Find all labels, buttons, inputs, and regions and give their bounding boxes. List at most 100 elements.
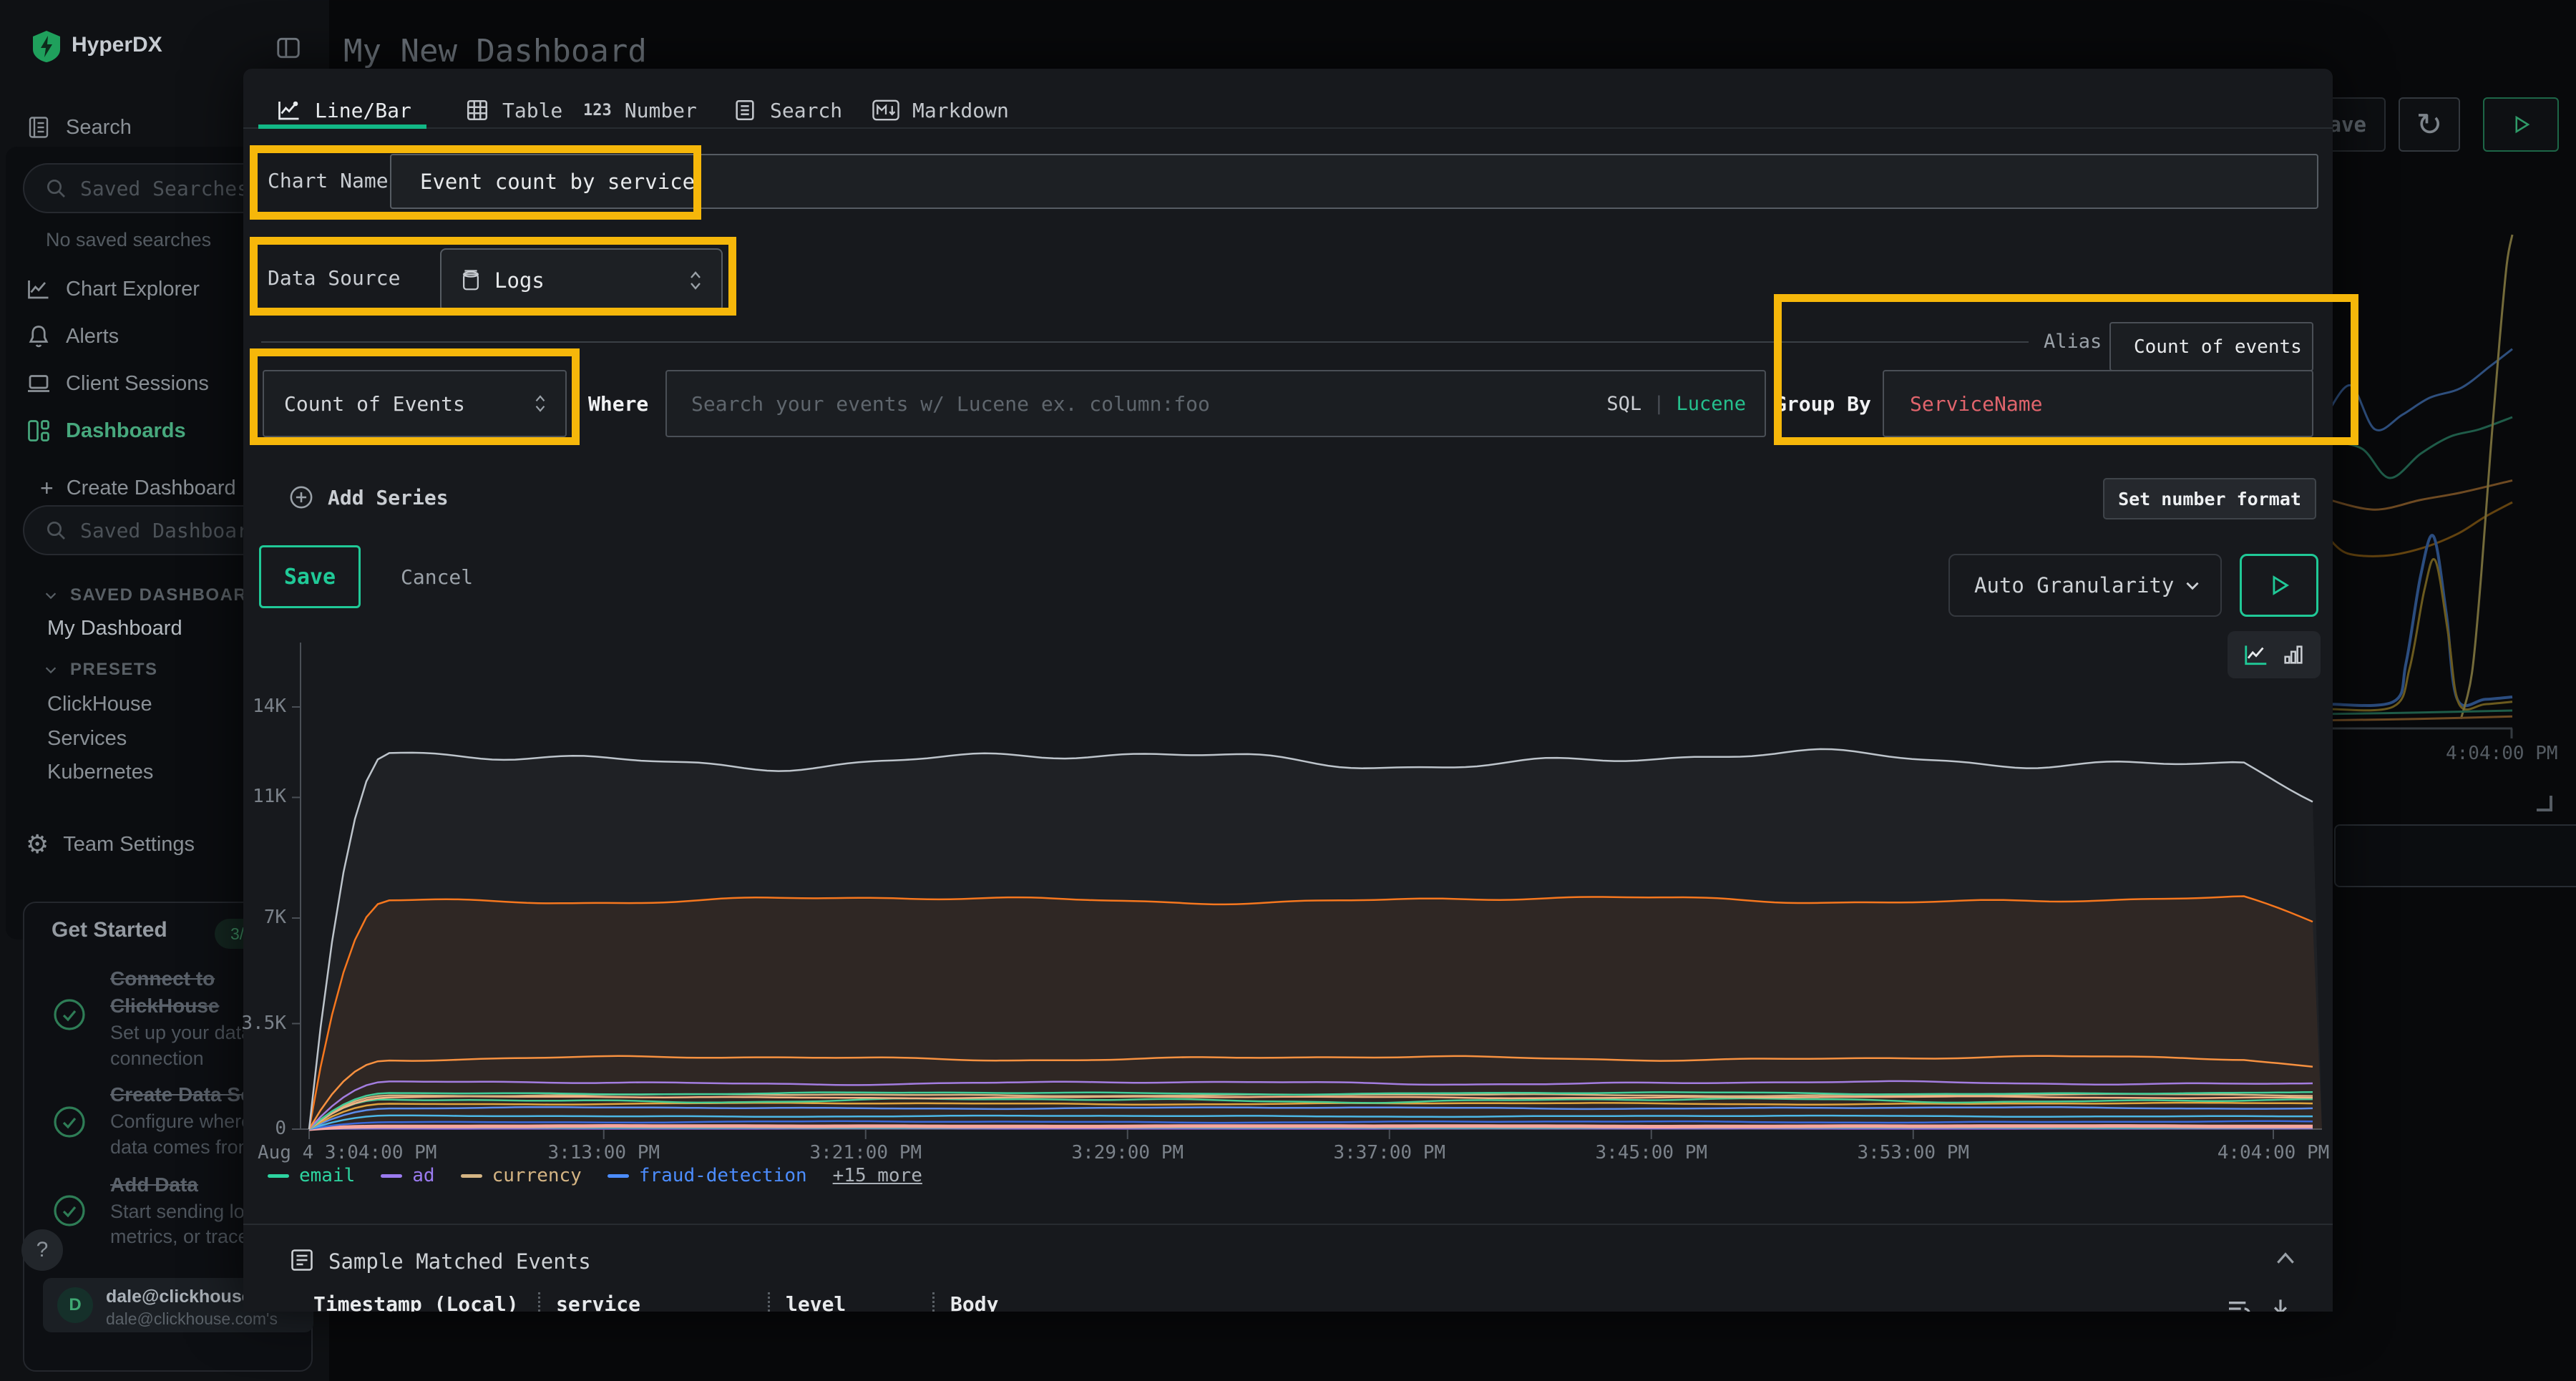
sidebar-item-label: Dashboards <box>66 419 186 443</box>
x-axis-tick-label: 3:45:00 PM <box>1595 1142 1707 1163</box>
search-icon <box>44 519 67 542</box>
background-chart-line <box>2329 716 2512 720</box>
help-button[interactable]: ? <box>21 1229 63 1271</box>
x-axis-tick-label: 3:13:00 PM <box>547 1142 660 1163</box>
tab-table[interactable]: Table <box>465 96 562 125</box>
section-divider <box>243 1224 2333 1225</box>
tab-label: Search <box>770 99 842 122</box>
sidebar-item-my-dashboard[interactable]: My Dashboard <box>47 617 182 640</box>
number-123-icon: 123 <box>583 102 612 119</box>
check-circle-icon <box>52 1105 87 1139</box>
lucene-toggle[interactable]: Lucene <box>1676 393 1746 415</box>
line-chart-icon <box>276 97 302 123</box>
legend-more-link[interactable]: +15 more <box>833 1165 922 1186</box>
plus-icon: + <box>40 475 54 502</box>
panel-resize-handle[interactable] <box>2537 796 2552 811</box>
chevron-down-icon <box>43 662 59 678</box>
x-axis-tick-label: Aug 4 3:04:00 PM <box>258 1142 436 1163</box>
table-column-header[interactable]: level <box>768 1292 932 1312</box>
search-icon <box>44 177 67 200</box>
section-saved-dashboards[interactable]: SAVED DASHBOARDS <box>43 585 273 605</box>
dashboard-play-button[interactable] <box>2483 97 2559 152</box>
legend-item-email[interactable]: email <box>268 1165 355 1186</box>
table-header-icons <box>2211 1288 2318 1312</box>
legend-item-fraud-detection[interactable]: fraud-detection <box>608 1165 807 1186</box>
add-series-label: Add Series <box>328 486 449 509</box>
legend-item-ad[interactable]: ad <box>381 1165 434 1186</box>
sql-toggle[interactable]: SQL <box>1606 393 1641 415</box>
y-axis-tick-label: 0 <box>229 1118 286 1139</box>
cancel-button[interactable]: Cancel <box>401 565 473 589</box>
highlight-chart-name <box>250 145 701 220</box>
screen: HyperDX Search Saved Searches No saved s… <box>0 0 2576 1381</box>
tab-label: Line/Bar <box>315 99 411 122</box>
tab-label: Number <box>625 99 697 122</box>
chart-series-area <box>309 749 2322 1129</box>
tab-line-bar[interactable]: Line/Bar <box>276 96 411 125</box>
granularity-select[interactable]: Auto Granularity <box>1948 554 2222 617</box>
refresh-button[interactable]: ↻ <box>2399 97 2460 152</box>
filter-sort-icon[interactable] <box>2225 1297 2254 1312</box>
background-chart-line <box>2461 235 2512 719</box>
tab-markdown[interactable]: Markdown <box>872 96 1009 125</box>
table-column-header[interactable]: Timestamp (Local) <box>313 1292 538 1312</box>
chart-line-icon <box>26 276 52 302</box>
background-chart-time-label: 4:04:00 PM <box>2446 743 2558 764</box>
sidebar-item-label: Chart Explorer <box>66 278 200 301</box>
tab-search[interactable]: Search <box>733 96 842 125</box>
refresh-icon: ↻ <box>2416 107 2443 143</box>
granularity-value: Auto Granularity <box>1974 573 2174 597</box>
y-axis-tick-label: 14K <box>229 696 286 717</box>
step-subtitle: data comes from <box>110 1136 254 1158</box>
avatar: D <box>57 1287 93 1323</box>
legend-item-currency[interactable]: currency <box>461 1165 582 1186</box>
x-axis-tick-label: 4:04:00 PM <box>2218 1142 2330 1163</box>
sidebar-item-label: Client Sessions <box>66 372 209 396</box>
where-input[interactable]: Search your events w/ Lucene ex. column:… <box>665 370 1766 437</box>
tab-number[interactable]: 123 Number <box>583 96 697 125</box>
sidebar-item-clickhouse[interactable]: ClickHouse <box>47 693 152 716</box>
section-presets[interactable]: PRESETS <box>43 660 158 680</box>
set-number-format-button[interactable]: Set number format <box>2103 478 2316 519</box>
save-button[interactable]: Save <box>259 545 361 608</box>
circle-plus-icon <box>289 485 313 509</box>
y-axis-tick-label: 11K <box>229 786 286 807</box>
play-icon <box>2510 114 2532 135</box>
table-column-header[interactable]: service <box>538 1292 768 1312</box>
run-chart-button[interactable] <box>2240 554 2318 617</box>
main-chart[interactable] <box>258 637 2333 1146</box>
legend-swatch <box>268 1174 289 1178</box>
tabbar-divider <box>243 127 2333 129</box>
legend-label: ad <box>412 1165 434 1186</box>
step-title: ClickHouse <box>110 995 220 1018</box>
collapse-sidebar-icon[interactable] <box>274 34 303 62</box>
collapse-section-icon[interactable] <box>2274 1251 2297 1265</box>
active-tab-underline <box>258 125 426 129</box>
sidebar-item-services[interactable]: Services <box>47 727 127 751</box>
highlight-aggregation <box>250 348 580 445</box>
legend-label: fraud-detection <box>639 1165 807 1186</box>
check-circle-icon <box>52 1194 87 1228</box>
x-axis-tick-label: 3:53:00 PM <box>1857 1142 1969 1163</box>
document-list-icon <box>26 114 52 140</box>
sidebar-item-label: Search <box>66 116 132 140</box>
sidebar-item-kubernetes[interactable]: Kubernetes <box>47 761 153 784</box>
check-circle-icon <box>52 997 87 1032</box>
add-series-button[interactable]: Add Series <box>289 485 449 509</box>
x-axis-tick-label: 3:21:00 PM <box>809 1142 922 1163</box>
highlight-data-source <box>250 237 736 316</box>
sidebar-item-label: Alerts <box>66 325 119 348</box>
chevron-down-icon <box>2183 576 2202 595</box>
table-column-header[interactable]: Body <box>932 1292 1548 1312</box>
create-dashboard-button[interactable]: + Create Dashboard <box>40 475 236 502</box>
legend-label: currency <box>492 1165 582 1186</box>
legend-swatch <box>461 1174 482 1178</box>
background-input[interactable] <box>2334 824 2576 887</box>
x-axis-tick-label: 3:37:00 PM <box>1333 1142 1445 1163</box>
highlight-alias-group-by <box>1774 294 2358 445</box>
download-icon[interactable] <box>2267 1295 2294 1312</box>
document-list-icon <box>733 98 757 122</box>
grid-icon <box>26 418 52 444</box>
tab-label: Table <box>502 99 562 122</box>
create-dashboard-label: Create Dashboard <box>67 477 236 500</box>
